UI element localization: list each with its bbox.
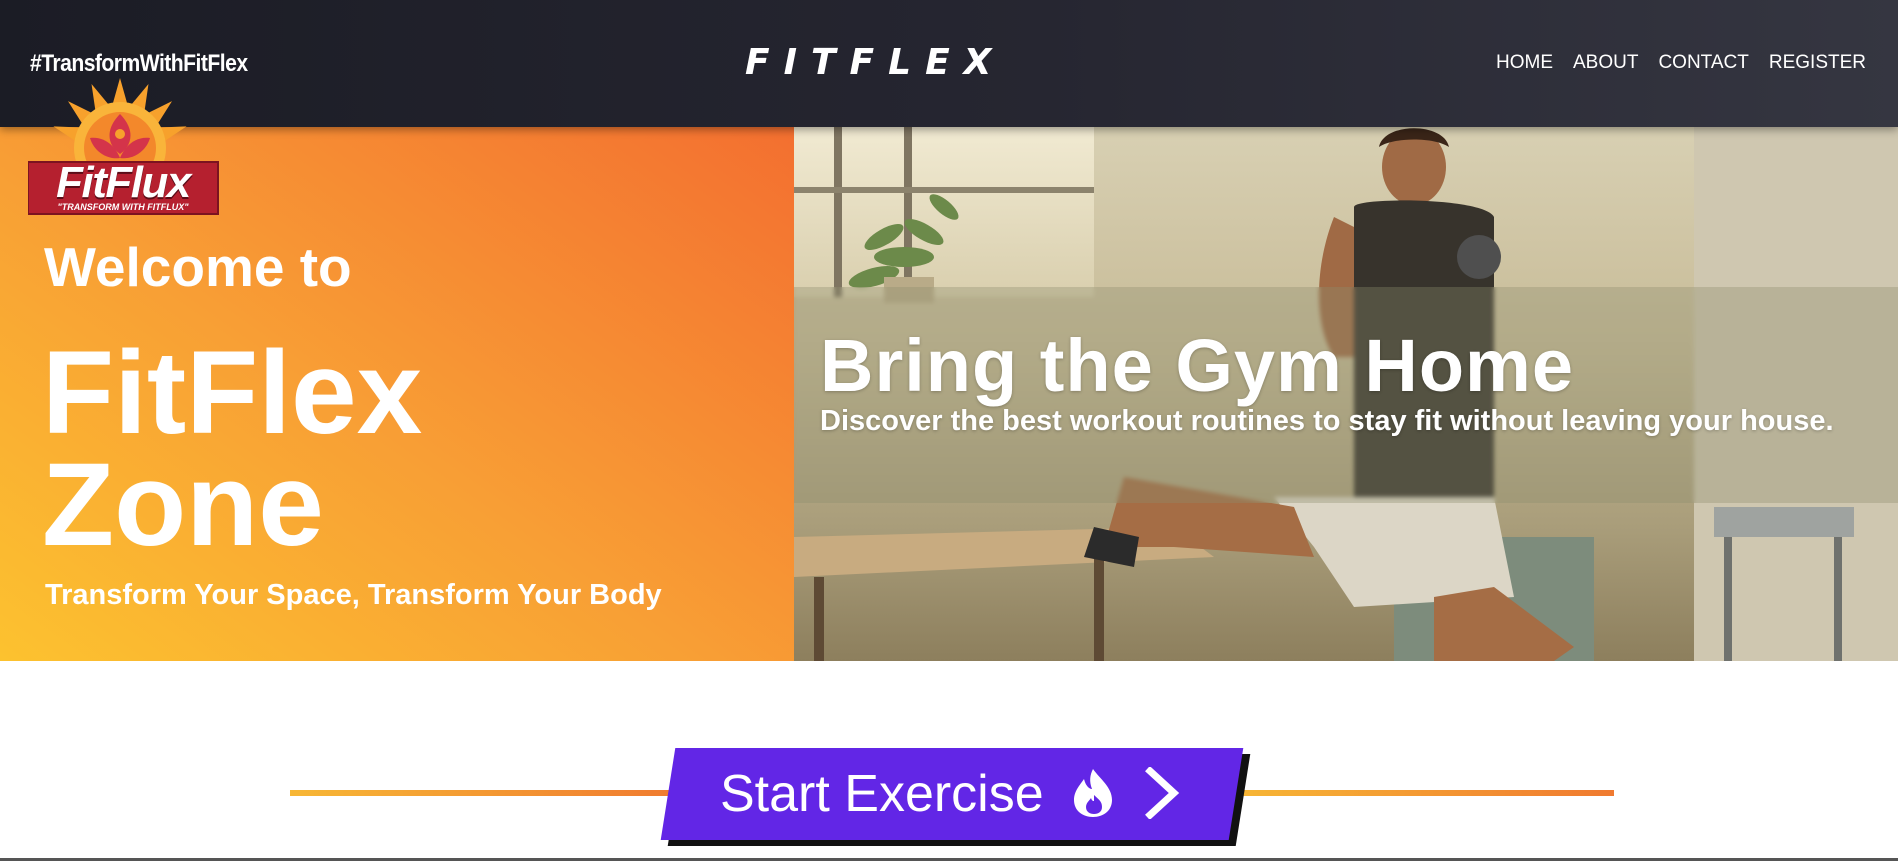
- hero-tagline: Transform Your Space, Transform Your Bod…: [45, 579, 662, 611]
- zone-title-line2: Zone: [42, 439, 324, 571]
- main-nav: HOME ABOUT CONTACT REGISTER: [1496, 52, 1866, 74]
- gym-description: Discover the best workout routines to st…: [820, 405, 1834, 437]
- cta-divider-right: [1230, 790, 1614, 796]
- hero-right-panel: Bring the Gym Home Discover the best wor…: [794, 127, 1898, 661]
- brand-logo-text[interactable]: FITFLEX: [745, 42, 1005, 83]
- gym-title: Bring the Gym Home: [820, 324, 1574, 407]
- logo-tagline: "TRANSFORM WITH FITFLUX": [57, 202, 189, 212]
- cta-label: Start Exercise: [720, 765, 1044, 823]
- header-hashtag: #TransformWithFitFlex: [30, 50, 248, 77]
- welcome-heading: Welcome to: [44, 236, 352, 298]
- nav-about[interactable]: ABOUT: [1573, 52, 1638, 74]
- fitflux-logo: FitFlux "TRANSFORM WITH FITFLUX": [28, 78, 220, 230]
- nav-home[interactable]: HOME: [1496, 52, 1553, 74]
- zone-title-line1: FitFlex: [42, 327, 423, 459]
- chevron-right-icon: [1142, 765, 1182, 822]
- logo-wordmark: FitFlux: [56, 158, 191, 207]
- flame-icon: [1070, 767, 1116, 822]
- start-exercise-button[interactable]: Start Exercise: [660, 748, 1244, 840]
- nav-register[interactable]: REGISTER: [1769, 52, 1866, 74]
- nav-contact[interactable]: CONTACT: [1658, 52, 1748, 74]
- cta-content: Start Exercise: [720, 748, 1182, 840]
- site-header: #TransformWithFitFlex FITFLEX HOME ABOUT…: [0, 0, 1898, 127]
- cta-divider-left: [290, 790, 680, 796]
- zone-title: FitFlex Zone: [42, 327, 423, 571]
